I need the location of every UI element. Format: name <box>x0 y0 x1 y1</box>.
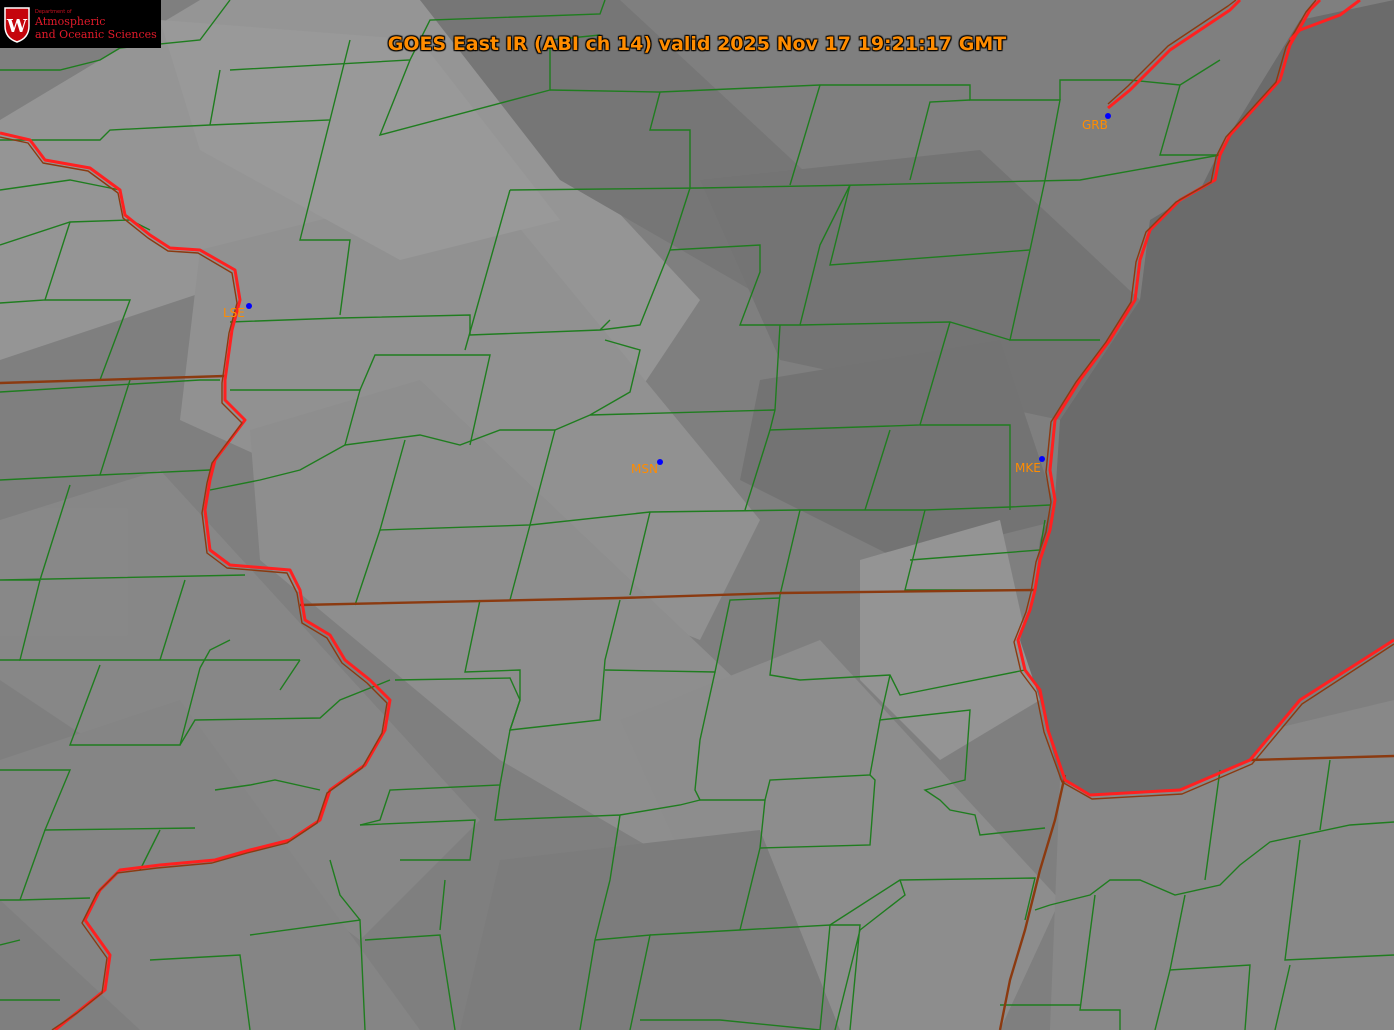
map-canvas <box>0 0 1394 1030</box>
station-label-grb: GRB <box>1082 118 1108 132</box>
station-label-lse: LSE <box>223 306 245 320</box>
station-label-mke: MKE <box>1015 461 1041 475</box>
satellite-map: W Department of Atmospheric and Oceanic … <box>0 0 1394 1030</box>
logo-line-1: Atmospheric <box>35 15 106 28</box>
station-label-msn: MSN <box>631 462 658 476</box>
station-dot-lse <box>246 303 252 309</box>
map-title: GOES East IR (ABI ch 14) valid 2025 Nov … <box>387 33 1007 55</box>
